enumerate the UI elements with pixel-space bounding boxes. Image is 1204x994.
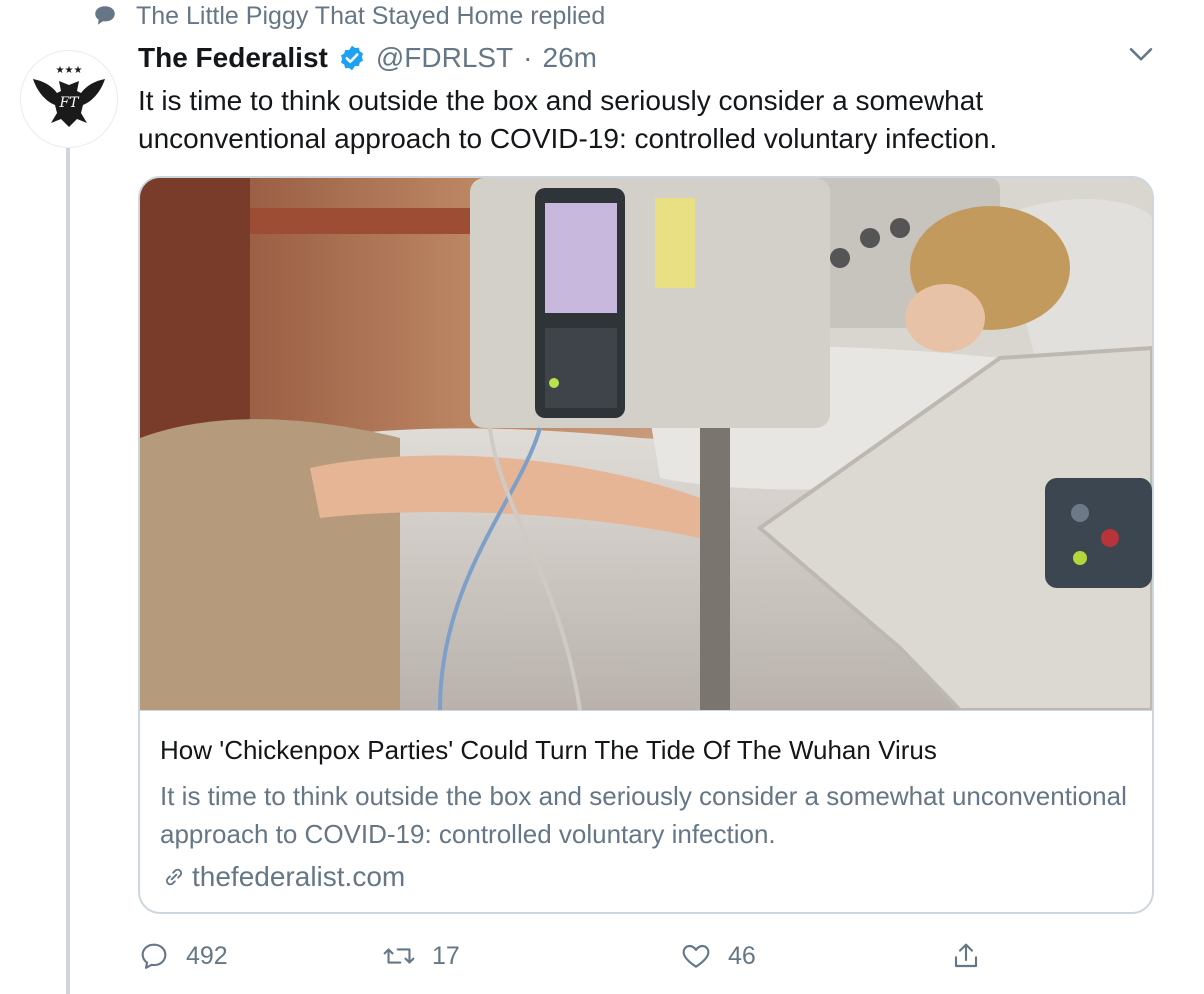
- card-image[interactable]: [140, 178, 1152, 710]
- handle[interactable]: @FDRLST: [376, 42, 513, 74]
- retweet-button[interactable]: 17: [382, 934, 460, 978]
- link-icon: [166, 868, 182, 886]
- heart-icon: [682, 944, 710, 968]
- hospital-bed-photo: [140, 178, 1152, 710]
- share-button[interactable]: [950, 934, 982, 978]
- share-icon: [954, 943, 978, 968]
- svg-text:FT: FT: [58, 95, 80, 111]
- tweet-text: It is time to think outside the box and …: [138, 85, 998, 154]
- reply-icon: [141, 943, 167, 969]
- display-name[interactable]: The Federalist: [138, 42, 328, 74]
- chevron-down-icon[interactable]: [1124, 38, 1158, 72]
- card-title[interactable]: How 'Chickenpox Parties' Could Turn The …: [160, 735, 937, 766]
- verified-badge-icon: [340, 45, 363, 71]
- context-label: The Little Piggy That Stayed Home replie…: [136, 1, 606, 30]
- card-domain-text: thefederalist.com: [192, 861, 406, 892]
- separator: ·: [523, 42, 533, 73]
- card-body[interactable]: How 'Chickenpox Parties' Could Turn The …: [140, 710, 1152, 912]
- link-card[interactable]: How 'Chickenpox Parties' Could Turn The …: [138, 176, 1154, 914]
- like-count: 46: [728, 941, 756, 970]
- like-button[interactable]: 46: [680, 934, 756, 978]
- reply-count: 492: [186, 941, 228, 970]
- card-description: It is time to think outside the box and …: [160, 781, 1127, 849]
- speech-bubble-icon: [95, 6, 115, 25]
- thread-line: [66, 148, 70, 994]
- retweet-icon: [383, 948, 415, 964]
- federalist-eagle-logo: ★★★ FT: [33, 65, 105, 127]
- tweet-header: The Federalist @FDRLST · 26m: [138, 36, 597, 80]
- timestamp[interactable]: 26m: [543, 42, 597, 74]
- retweet-count: 17: [432, 941, 460, 970]
- reply-button[interactable]: 492: [138, 934, 228, 978]
- social-context: The Little Piggy That Stayed Home replie…: [92, 0, 605, 32]
- card-domain[interactable]: thefederalist.com: [160, 861, 405, 893]
- tweet-actions: 492 17 46: [138, 934, 1158, 978]
- avatar[interactable]: ★★★ FT: [20, 50, 118, 148]
- svg-text:★★★: ★★★: [56, 65, 83, 76]
